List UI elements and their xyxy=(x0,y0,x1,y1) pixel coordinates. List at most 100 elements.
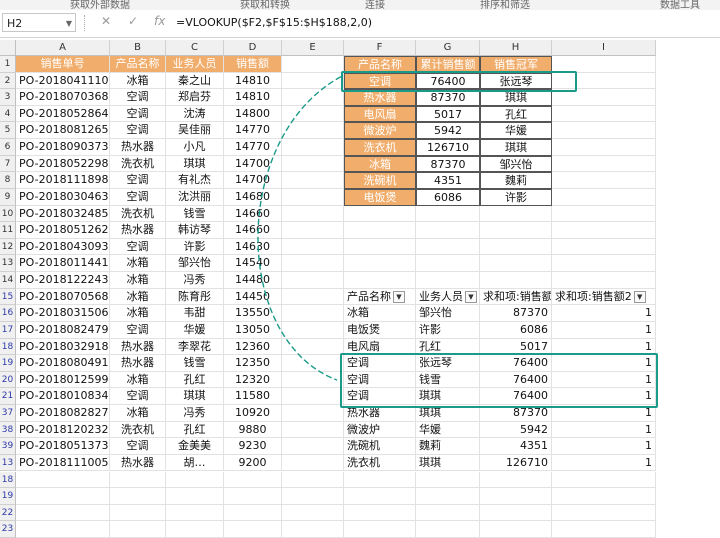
orders-cell[interactable]: 小凡 xyxy=(166,139,224,156)
filter-active-icon[interactable]: ▼ xyxy=(633,290,646,303)
empty-cell[interactable] xyxy=(282,488,344,505)
formula-input[interactable]: =VLOOKUP($F2,$F$15:$H$188,2,0) xyxy=(176,16,372,29)
orders-cell[interactable]: 钱雪 xyxy=(166,355,224,372)
orders-cell[interactable]: 13050 xyxy=(224,321,282,339)
empty-cell[interactable] xyxy=(480,521,552,538)
orders-cell[interactable]: PO-20180114413 xyxy=(16,255,110,273)
empty-cell[interactable] xyxy=(282,105,344,123)
orders-cell[interactable]: 许影 xyxy=(166,238,224,256)
summary-product-cell[interactable]: 洗碗机 xyxy=(344,172,416,189)
orders-cell[interactable]: 14480 xyxy=(224,272,282,289)
empty-cell[interactable] xyxy=(552,155,656,173)
orders-header-cell[interactable]: 业务人员 xyxy=(166,56,224,73)
row-header[interactable]: 20 xyxy=(0,371,16,389)
row-header[interactable]: 3 xyxy=(0,89,16,106)
pivot-product-cell[interactable]: 冰箱 xyxy=(344,305,416,322)
column-header[interactable]: D xyxy=(224,40,282,56)
row-header[interactable]: 1 xyxy=(0,56,16,73)
empty-cell[interactable] xyxy=(166,521,224,538)
pivot-sales-cell[interactable]: 4351 xyxy=(480,438,552,455)
cancel-icon[interactable]: ✕ xyxy=(101,14,111,28)
orders-cell[interactable]: 空调 xyxy=(110,238,166,256)
row-header[interactable]: 10 xyxy=(0,205,16,223)
orders-cell[interactable]: 9880 xyxy=(224,421,282,439)
empty-cell[interactable] xyxy=(224,504,282,522)
orders-cell[interactable]: 吴佳丽 xyxy=(166,122,224,140)
orders-cell[interactable]: 冰箱 xyxy=(110,288,166,306)
orders-cell[interactable]: 12350 xyxy=(224,355,282,372)
column-header[interactable]: G xyxy=(416,40,480,56)
orders-cell[interactable]: 金美美 xyxy=(166,438,224,455)
pivot-count-cell[interactable]: 1 xyxy=(552,305,656,322)
orders-cell[interactable]: 韦甜 xyxy=(166,305,224,322)
orders-cell[interactable]: 冯秀 xyxy=(166,405,224,422)
pivot-person-cell[interactable]: 邹兴怡 xyxy=(416,305,480,322)
empty-cell[interactable] xyxy=(16,504,110,522)
empty-cell[interactable] xyxy=(282,405,344,422)
orders-cell[interactable]: 邹兴怡 xyxy=(166,255,224,273)
summary-champion-cell[interactable]: 许影 xyxy=(480,188,552,206)
row-header[interactable]: 18 xyxy=(0,338,16,356)
summary-product-cell[interactable]: 电饭煲 xyxy=(344,188,416,206)
empty-cell[interactable] xyxy=(416,521,480,538)
pivot-header-cell[interactable]: 产品名称 ▼ xyxy=(344,288,416,306)
empty-cell[interactable] xyxy=(480,255,552,273)
orders-cell[interactable]: 沈涛 xyxy=(166,105,224,123)
orders-cell[interactable]: 冰箱 xyxy=(110,255,166,273)
orders-cell[interactable]: 洗衣机 xyxy=(110,421,166,439)
name-box[interactable]: H2 ▼ xyxy=(2,13,76,32)
empty-cell[interactable] xyxy=(282,205,344,223)
orders-cell[interactable]: 14450 xyxy=(224,288,282,306)
empty-cell[interactable] xyxy=(552,205,656,223)
orders-cell[interactable]: 14800 xyxy=(224,105,282,123)
orders-cell[interactable]: PO-20180315063 xyxy=(16,305,110,322)
orders-cell[interactable]: PO-20180411106 xyxy=(16,72,110,90)
empty-cell[interactable] xyxy=(282,321,344,339)
pivot-header-cell[interactable]: 求和项:销售额2 ▼ xyxy=(552,288,656,306)
pivot-header-cell[interactable]: 业务人员 ▼ xyxy=(416,288,480,306)
empty-cell[interactable] xyxy=(166,488,224,505)
empty-cell[interactable] xyxy=(282,371,344,389)
empty-cell[interactable] xyxy=(552,122,656,140)
orders-cell[interactable]: 琪琪 xyxy=(166,155,224,173)
pivot-count-cell[interactable]: 1 xyxy=(552,454,656,472)
empty-cell[interactable] xyxy=(480,471,552,489)
orders-cell[interactable]: 空调 xyxy=(110,122,166,140)
pivot-person-cell[interactable]: 琪琪 xyxy=(416,454,480,472)
orders-cell[interactable]: PO-20180324856 xyxy=(16,205,110,223)
empty-cell[interactable] xyxy=(416,272,480,289)
row-header[interactable]: 22 xyxy=(0,504,16,522)
empty-cell[interactable] xyxy=(344,521,416,538)
orders-cell[interactable]: 12320 xyxy=(224,371,282,389)
empty-cell[interactable] xyxy=(552,488,656,505)
row-header[interactable]: 23 xyxy=(0,521,16,538)
orders-cell[interactable]: 有礼杰 xyxy=(166,172,224,189)
orders-cell[interactable]: 14770 xyxy=(224,122,282,140)
empty-cell[interactable] xyxy=(282,471,344,489)
orders-cell[interactable]: 热水器 xyxy=(110,222,166,239)
chevron-down-icon[interactable]: ▼ xyxy=(66,14,72,33)
orders-cell[interactable]: 14630 xyxy=(224,238,282,256)
orders-cell[interactable]: 12360 xyxy=(224,338,282,356)
orders-cell[interactable]: 14680 xyxy=(224,188,282,206)
empty-cell[interactable] xyxy=(552,255,656,273)
empty-cell[interactable] xyxy=(552,139,656,156)
orders-cell[interactable]: 空调 xyxy=(110,105,166,123)
pivot-person-cell[interactable]: 许影 xyxy=(416,321,480,339)
select-all-corner[interactable] xyxy=(0,40,16,56)
empty-cell[interactable] xyxy=(282,222,344,239)
empty-cell[interactable] xyxy=(282,155,344,173)
orders-cell[interactable]: PO-20181118983 xyxy=(16,172,110,189)
empty-cell[interactable] xyxy=(282,504,344,522)
empty-cell[interactable] xyxy=(552,188,656,206)
pivot-product-cell[interactable]: 洗衣机 xyxy=(344,454,416,472)
empty-cell[interactable] xyxy=(282,305,344,322)
row-header[interactable]: 19 xyxy=(0,488,16,505)
empty-cell[interactable] xyxy=(166,471,224,489)
empty-cell[interactable] xyxy=(16,488,110,505)
row-header[interactable]: 19 xyxy=(0,355,16,372)
orders-cell[interactable]: 冯秀 xyxy=(166,272,224,289)
orders-cell[interactable]: 14700 xyxy=(224,155,282,173)
summary-champion-cell[interactable]: 魏莉 xyxy=(480,172,552,189)
empty-cell[interactable] xyxy=(552,105,656,123)
